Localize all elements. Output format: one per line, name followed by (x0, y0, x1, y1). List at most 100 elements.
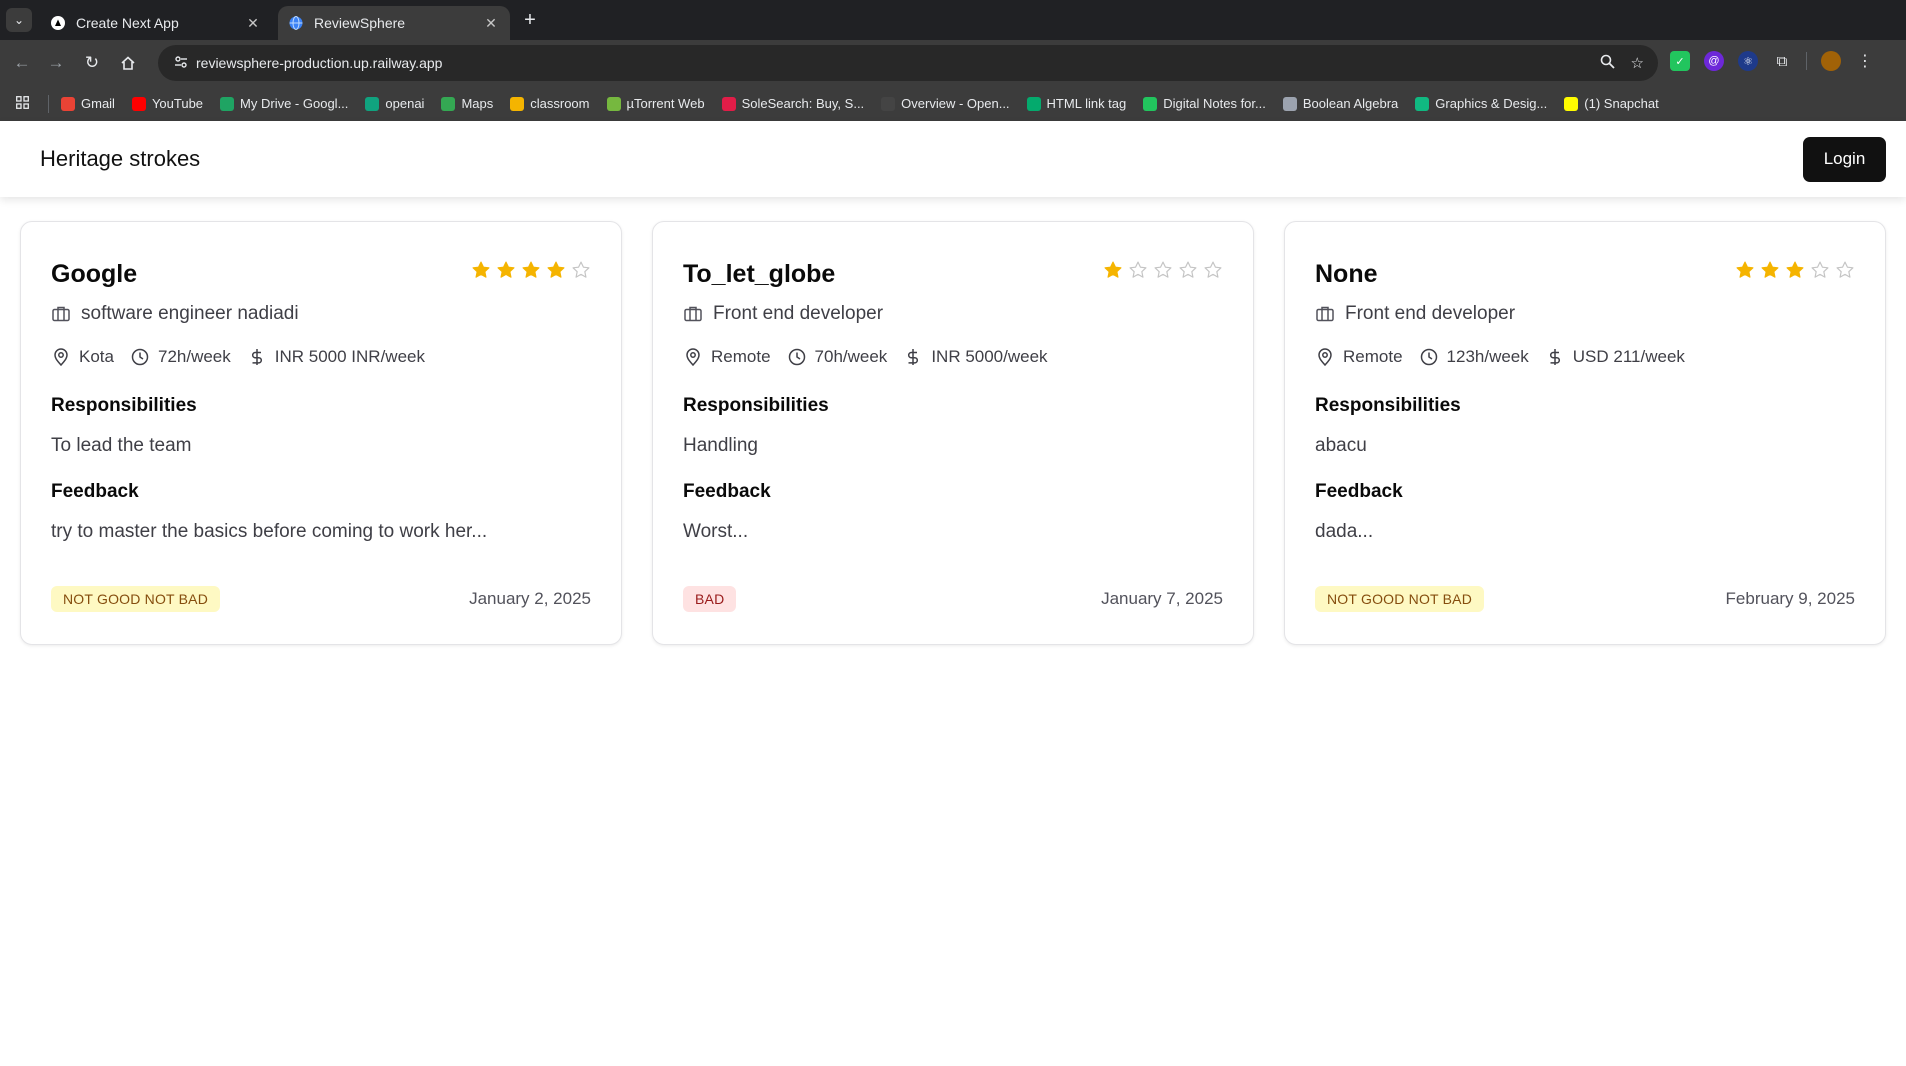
forward-button[interactable]: → (44, 51, 68, 75)
browser-chrome: ⌄ Create Next App ✕ ReviewSphere ✕ + ← →… (0, 0, 1906, 121)
extension-react-icon[interactable]: ⚛ (1738, 51, 1758, 71)
bookmark-item[interactable]: Maps (441, 96, 493, 111)
bookmark-label: Boolean Algebra (1302, 96, 1399, 111)
apps-grid-icon[interactable] (16, 95, 42, 112)
bookmark-item[interactable]: SoleSearch: Buy, S... (721, 96, 864, 111)
star-filled-icon (1760, 260, 1780, 280)
clock-icon (1419, 347, 1439, 367)
review-card[interactable]: None Front end developer Remote 123h/wee… (1284, 221, 1886, 645)
star-empty-icon (1128, 260, 1148, 280)
address-bar[interactable]: reviewsphere-production.up.railway.app ☆ (158, 45, 1658, 81)
feedback-text: try to master the basics before coming t… (51, 521, 488, 542)
star-rating (1735, 260, 1855, 280)
responsibilities-heading: Responsibilities (51, 395, 197, 416)
company-name: To_let_globe (683, 260, 836, 288)
notes-icon (1143, 96, 1158, 111)
bookmark-label: classroom (530, 96, 590, 111)
url-text: reviewsphere-production.up.railway.app (196, 55, 443, 71)
bookmark-item[interactable]: Graphics & Desig... (1415, 96, 1547, 111)
login-button[interactable]: Login (1803, 136, 1886, 182)
plus-icon: + (524, 8, 536, 31)
verdict-badge: NOT GOOD NOT BAD (1315, 586, 1485, 612)
star-rating (1103, 260, 1223, 280)
bookmark-label: openai (385, 96, 425, 111)
verdict-badge: BAD (683, 586, 737, 612)
extension-grammarly-icon[interactable]: ✓ (1670, 51, 1690, 71)
bookmark-star-icon[interactable]: ☆ (1631, 54, 1644, 73)
close-icon[interactable]: ✕ (482, 14, 500, 32)
arrow-left-icon: ← (13, 53, 31, 72)
close-icon[interactable]: ✕ (244, 14, 262, 32)
home-button[interactable] (116, 51, 140, 75)
menu-kebab-icon[interactable]: ⋮ (1855, 51, 1875, 71)
utorrent-icon (606, 96, 621, 111)
new-tab-button[interactable]: + (518, 8, 542, 32)
responsibilities-text: To lead the team (51, 435, 192, 456)
map-pin-icon (1315, 347, 1335, 367)
star-empty-icon (1810, 260, 1830, 280)
star-filled-icon (1735, 260, 1755, 280)
bookmark-item[interactable]: openai (365, 96, 424, 111)
graphics-icon (1415, 96, 1430, 111)
browser-toolbar: ← → ↻ reviewsphere-production.up.railway… (0, 40, 1906, 86)
tab-reviewsphere[interactable]: ReviewSphere ✕ (278, 6, 510, 40)
bookmark-label: My Drive - Googl... (240, 96, 349, 111)
responsibilities-heading: Responsibilities (1315, 395, 1461, 416)
job-location: Remote (711, 347, 771, 366)
bookmark-item[interactable]: My Drive - Googl... (220, 96, 348, 111)
bookmark-label: Graphics & Desig... (1435, 96, 1548, 111)
bookmark-item[interactable]: Gmail (61, 96, 115, 111)
bookmark-label: (1) Snapchat (1584, 96, 1659, 111)
app-header: Heritage strokes Login (0, 121, 1906, 197)
review-card[interactable]: To_let_globe Front end developer Remote (652, 221, 1254, 645)
tab-create-next-app[interactable]: Create Next App ✕ (40, 6, 272, 40)
reload-button[interactable]: ↻ (80, 51, 104, 75)
back-button[interactable]: ← (10, 51, 34, 75)
bookmark-item[interactable]: µTorrent Web (606, 96, 705, 111)
bookmark-label: µTorrent Web (626, 96, 705, 111)
bookmark-item[interactable]: YouTube (131, 96, 204, 111)
review-card[interactable]: Google software engineer nadiadi Kota 72… (20, 221, 622, 645)
star-empty-icon (1203, 260, 1223, 280)
tab-search-button[interactable]: ⌄ (6, 8, 32, 32)
zoom-icon[interactable] (1600, 54, 1615, 73)
company-name: None (1315, 260, 1378, 288)
map-pin-icon (51, 347, 71, 367)
bookmark-item[interactable]: HTML link tag (1026, 96, 1126, 111)
dollar-icon (1545, 347, 1565, 367)
drive-icon (220, 96, 235, 111)
maps-icon (441, 96, 456, 111)
star-empty-icon (571, 260, 591, 280)
briefcase-icon (51, 304, 71, 324)
responsibilities-text: abacu (1315, 435, 1367, 456)
job-role: software engineer nadiadi (81, 303, 299, 324)
extensions-puzzle-icon[interactable]: ⧉ (1772, 51, 1792, 71)
bookmark-item[interactable]: (1) Snapchat (1564, 96, 1659, 111)
gmail-icon (61, 96, 75, 111)
globe-icon (288, 15, 304, 31)
bookmark-item[interactable]: Digital Notes for... (1143, 96, 1266, 111)
map-pin-icon (683, 347, 703, 367)
job-pay: INR 5000/week (931, 347, 1048, 366)
brand-title[interactable]: Heritage strokes (40, 146, 200, 172)
dollar-icon (903, 347, 923, 367)
chevron-down-icon: ⌄ (13, 13, 25, 27)
bookmark-item[interactable]: Overview - Open... (881, 96, 1010, 111)
site-settings-icon[interactable] (166, 55, 196, 72)
job-hours: 72h/week (157, 347, 231, 366)
job-role: Front end developer (1345, 303, 1516, 324)
feedback-text: dada... (1315, 521, 1374, 542)
bookmark-item[interactable]: Boolean Algebra (1282, 96, 1399, 111)
bookmark-label: YouTube (151, 96, 204, 111)
review-date: January 7, 2025 (1101, 589, 1223, 608)
extension-at-icon[interactable]: @ (1704, 51, 1724, 71)
star-filled-icon (546, 260, 566, 280)
job-location: Remote (1343, 347, 1403, 366)
job-location: Kota (79, 347, 114, 366)
tab-title: ReviewSphere (314, 15, 406, 31)
profile-avatar[interactable] (1821, 51, 1841, 71)
solesearch-icon (721, 96, 736, 111)
feedback-heading: Feedback (683, 481, 771, 502)
bookmark-item[interactable]: classroom (510, 96, 590, 111)
reviews-grid: Google software engineer nadiadi Kota 72… (20, 221, 1886, 645)
